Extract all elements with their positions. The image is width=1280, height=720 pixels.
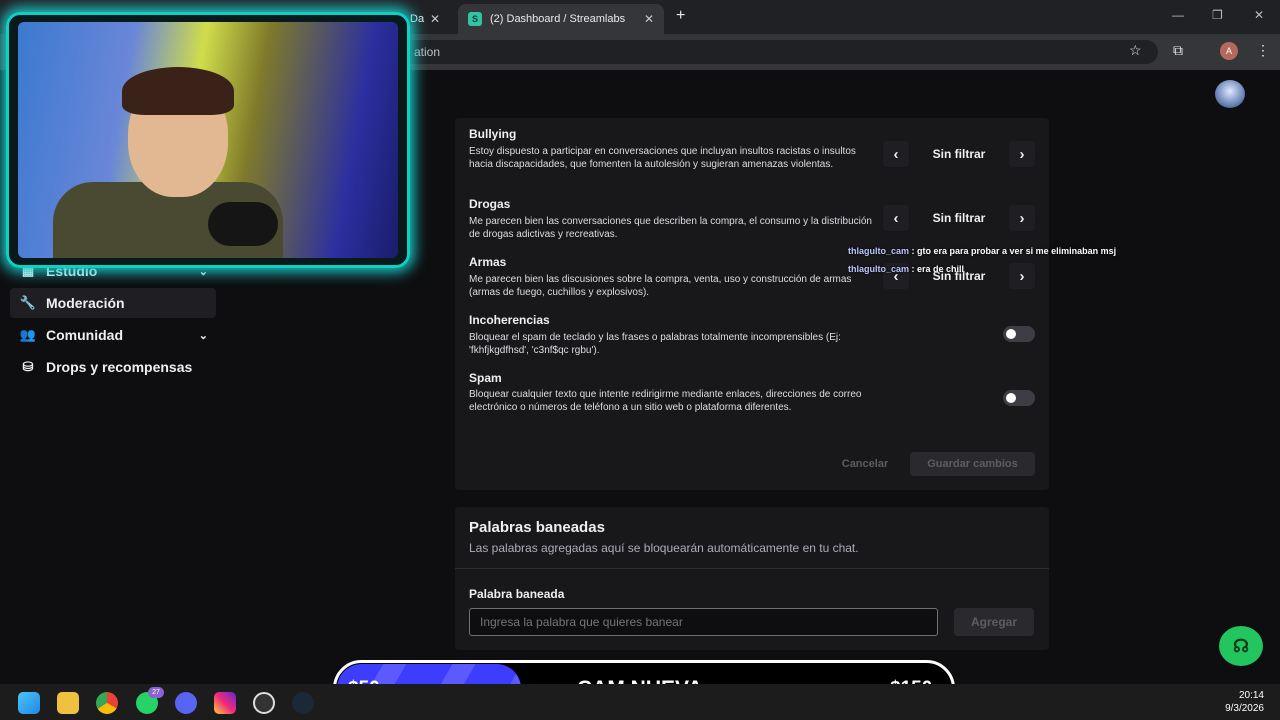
filter-level-value: Sin filtrar (932, 147, 986, 161)
wrench-icon: 🔧 (19, 295, 37, 310)
browser-tab-active[interactable]: S (2) Dashboard / Streamlabs ✕ (458, 4, 664, 34)
spam-toggle[interactable] (1003, 390, 1035, 406)
save-changes-button[interactable]: Guardar cambios (910, 452, 1035, 476)
microphone (208, 202, 278, 246)
sidebar-item-label: Drops y recompensas (46, 359, 193, 375)
streamer-hair (122, 67, 234, 115)
discord-icon[interactable] (175, 692, 197, 714)
sidebar-item-drops[interactable]: ⛁ Drops y recompensas (10, 352, 216, 382)
chevron-left-icon[interactable]: ‹ (883, 205, 909, 231)
add-button[interactable]: Agregar (954, 608, 1034, 636)
field-label: Palabra baneada (469, 587, 565, 601)
chat-message: thlagulto_cam : gto era para probar a ve… (848, 246, 1116, 256)
close-window-icon[interactable]: ✕ (1254, 8, 1264, 22)
clock-time: 20:14 (1238, 690, 1264, 701)
category-description: Me parecen bien las discusiones sobre la… (469, 274, 852, 298)
webcam-feed (18, 22, 398, 258)
whatsapp-badge: 27 (148, 687, 164, 698)
chevron-right-icon[interactable]: › (1009, 205, 1035, 231)
chrome-icon[interactable] (96, 692, 118, 714)
close-icon[interactable]: ✕ (644, 12, 654, 26)
kebab-menu-icon[interactable]: ⋮ (1256, 42, 1270, 59)
new-tab-button[interactable]: + (676, 7, 685, 25)
windows-start-icon[interactable] (18, 692, 40, 714)
profile-avatar[interactable]: A (1220, 42, 1238, 60)
section-title: Palabras baneadas (469, 519, 605, 536)
extensions-icon[interactable]: ⧉ (1173, 42, 1183, 59)
instagram-icon[interactable] (214, 692, 236, 714)
category-title: Bullying (469, 127, 517, 141)
category-title: Spam (469, 371, 502, 385)
divider (455, 568, 1049, 569)
url-text: ation (414, 45, 441, 59)
file-explorer-icon[interactable] (57, 692, 79, 714)
obs-icon[interactable] (253, 692, 275, 714)
clock-date: 9/3/2026 (1225, 703, 1264, 714)
sidebar-item-label: Moderación (46, 295, 125, 311)
chat-text: : era de chill (911, 264, 965, 274)
chevron-down-icon: ⌄ (198, 329, 208, 342)
filter-level-value: Sin filtrar (932, 211, 986, 225)
incoherencias-toggle[interactable] (1003, 326, 1035, 342)
category-description: Estoy dispuesto a participar en conversa… (469, 146, 856, 170)
toggle-knob (1006, 393, 1016, 403)
minimize-icon[interactable]: — (1172, 8, 1184, 22)
chevron-right-icon[interactable]: › (1009, 263, 1035, 289)
automod-settings-card: Bullying Estoy dispuesto a participar en… (455, 118, 1049, 490)
filter-level-selector: ‹ Sin filtrar › (883, 141, 1035, 167)
sidebar-item-label: Comunidad (46, 327, 123, 343)
tab-title: Da (410, 13, 425, 25)
streamlabs-icon: S (468, 12, 482, 26)
chevron-right-icon[interactable]: › (1009, 141, 1035, 167)
section-subtitle: Las palabras agregadas aquí se bloqueará… (469, 541, 859, 555)
category-description: Bloquear el spam de teclado y las frases… (469, 332, 841, 356)
filter-level-selector: ‹ Sin filtrar › (883, 205, 1035, 231)
chat-text: : gto era para probar a ver si me elimin… (911, 246, 1117, 256)
chat-message: thlagulto_cam : era de chill (848, 264, 964, 274)
category-description: Me parecen bien las conversaciones que d… (469, 216, 872, 240)
support-headset-button[interactable]: ☊ (1219, 626, 1263, 666)
steam-icon[interactable] (292, 692, 314, 714)
close-icon[interactable]: ✕ (430, 12, 440, 26)
banned-words-card: Palabras baneadas Las palabras agregadas… (455, 507, 1049, 650)
people-icon: 👥 (19, 327, 37, 342)
category-title: Incoherencias (469, 313, 550, 327)
system-clock: 20:14 9/3/2026 (1200, 689, 1264, 715)
cancel-button[interactable]: Cancelar (829, 452, 901, 476)
sidebar-item-moderacion[interactable]: 🔧 Moderación (10, 288, 216, 318)
headset-icon: ☊ (1233, 635, 1249, 656)
category-title: Drogas (469, 197, 511, 211)
tab-title: (2) Dashboard / Streamlabs (490, 13, 626, 25)
toggle-knob (1006, 329, 1016, 339)
category-title: Armas (469, 255, 507, 269)
address-input[interactable]: ation (400, 40, 1158, 64)
banned-word-input[interactable] (469, 608, 938, 636)
chevron-left-icon[interactable]: ‹ (883, 141, 909, 167)
user-avatar[interactable] (1215, 80, 1245, 108)
maximize-icon[interactable]: ❐ (1212, 8, 1223, 22)
star-icon[interactable]: ☆ (1129, 42, 1142, 59)
category-description: Bloquear cualquier texto que intente red… (469, 389, 862, 413)
sidebar-item-comunidad[interactable]: 👥 Comunidad ⌄ (10, 320, 216, 350)
chat-username: thlagulto_cam (848, 246, 910, 256)
chat-username: thlagulto_cam (848, 264, 910, 274)
gift-icon: ⛁ (22, 359, 34, 374)
